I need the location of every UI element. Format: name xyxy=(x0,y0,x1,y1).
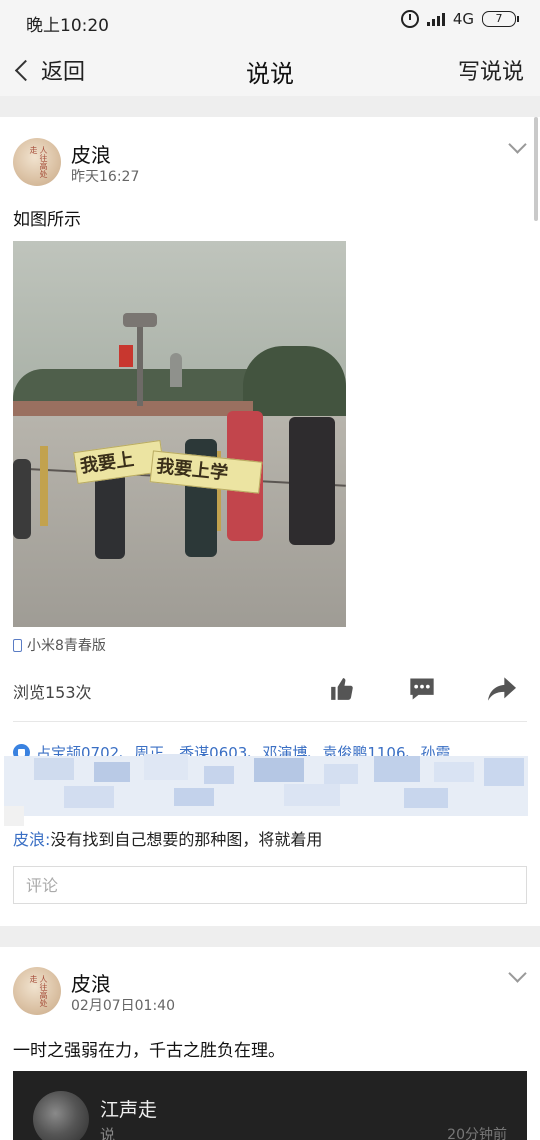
post-photo[interactable]: 我要上 我要上学 xyxy=(13,241,346,627)
status-icons: 4G 7 xyxy=(400,10,519,28)
network-type: 4G xyxy=(452,10,474,28)
post-username[interactable]: 皮浪 xyxy=(71,139,111,168)
avatar[interactable]: 人往高处走 xyxy=(13,138,61,186)
comment-text: 没有找到自己想要的那种图，将就着用 xyxy=(50,830,323,849)
nav-bar: 返回 说说 写说说 xyxy=(0,44,540,96)
post-time: 昨天16:27 xyxy=(71,169,140,185)
device-name: 小米8青春版 xyxy=(27,638,106,654)
write-post-button[interactable]: 写说说 xyxy=(458,54,524,86)
share-icon[interactable] xyxy=(488,676,516,702)
thumbs-up-icon[interactable] xyxy=(329,676,355,702)
comment-author[interactable]: 皮浪: xyxy=(13,830,50,849)
divider xyxy=(13,721,527,722)
post-username[interactable]: 皮浪 xyxy=(71,968,111,997)
alarm-icon xyxy=(400,10,419,28)
avatar-seal-text: 人往高处走 xyxy=(29,975,48,1007)
shared-content-card[interactable]: 江声走 说 20分钟前 xyxy=(13,1071,527,1140)
shared-time: 20分钟前 xyxy=(447,1127,507,1140)
shared-title: 江声走 xyxy=(100,1099,158,1121)
signal-icon xyxy=(426,12,445,26)
section-gap xyxy=(0,96,540,117)
status-time: 晚上10:20 xyxy=(26,16,109,36)
mosaic-blur-overlay xyxy=(4,748,528,826)
post-time: 02月07日01:40 xyxy=(71,998,175,1014)
battery-level: 7 xyxy=(495,12,503,25)
device-label: 小米8青春版 xyxy=(13,635,106,655)
avatar-seal-text: 人往高处走 xyxy=(29,146,48,178)
battery-icon: 7 xyxy=(482,11,519,27)
view-count: 浏览153次 xyxy=(13,683,92,702)
shared-subtitle: 说 xyxy=(100,1126,116,1140)
comment-input[interactable] xyxy=(14,867,526,903)
section-gap xyxy=(0,926,540,947)
status-bar: 晚上10:20 4G 7 xyxy=(0,0,540,44)
post-text: 一时之强弱在力，千古之胜负在理。 xyxy=(13,1041,285,1061)
scrollbar[interactable] xyxy=(534,117,538,221)
comment-item: 皮浪:没有找到自己想要的那种图，将就着用 xyxy=(13,826,322,850)
comment-field[interactable] xyxy=(13,866,527,904)
shared-thumbnail xyxy=(33,1091,89,1140)
avatar[interactable]: 人往高处走 xyxy=(13,967,61,1015)
phone-icon xyxy=(13,638,22,652)
comment-icon[interactable] xyxy=(408,676,436,702)
post-text: 如图所示 xyxy=(13,210,81,230)
